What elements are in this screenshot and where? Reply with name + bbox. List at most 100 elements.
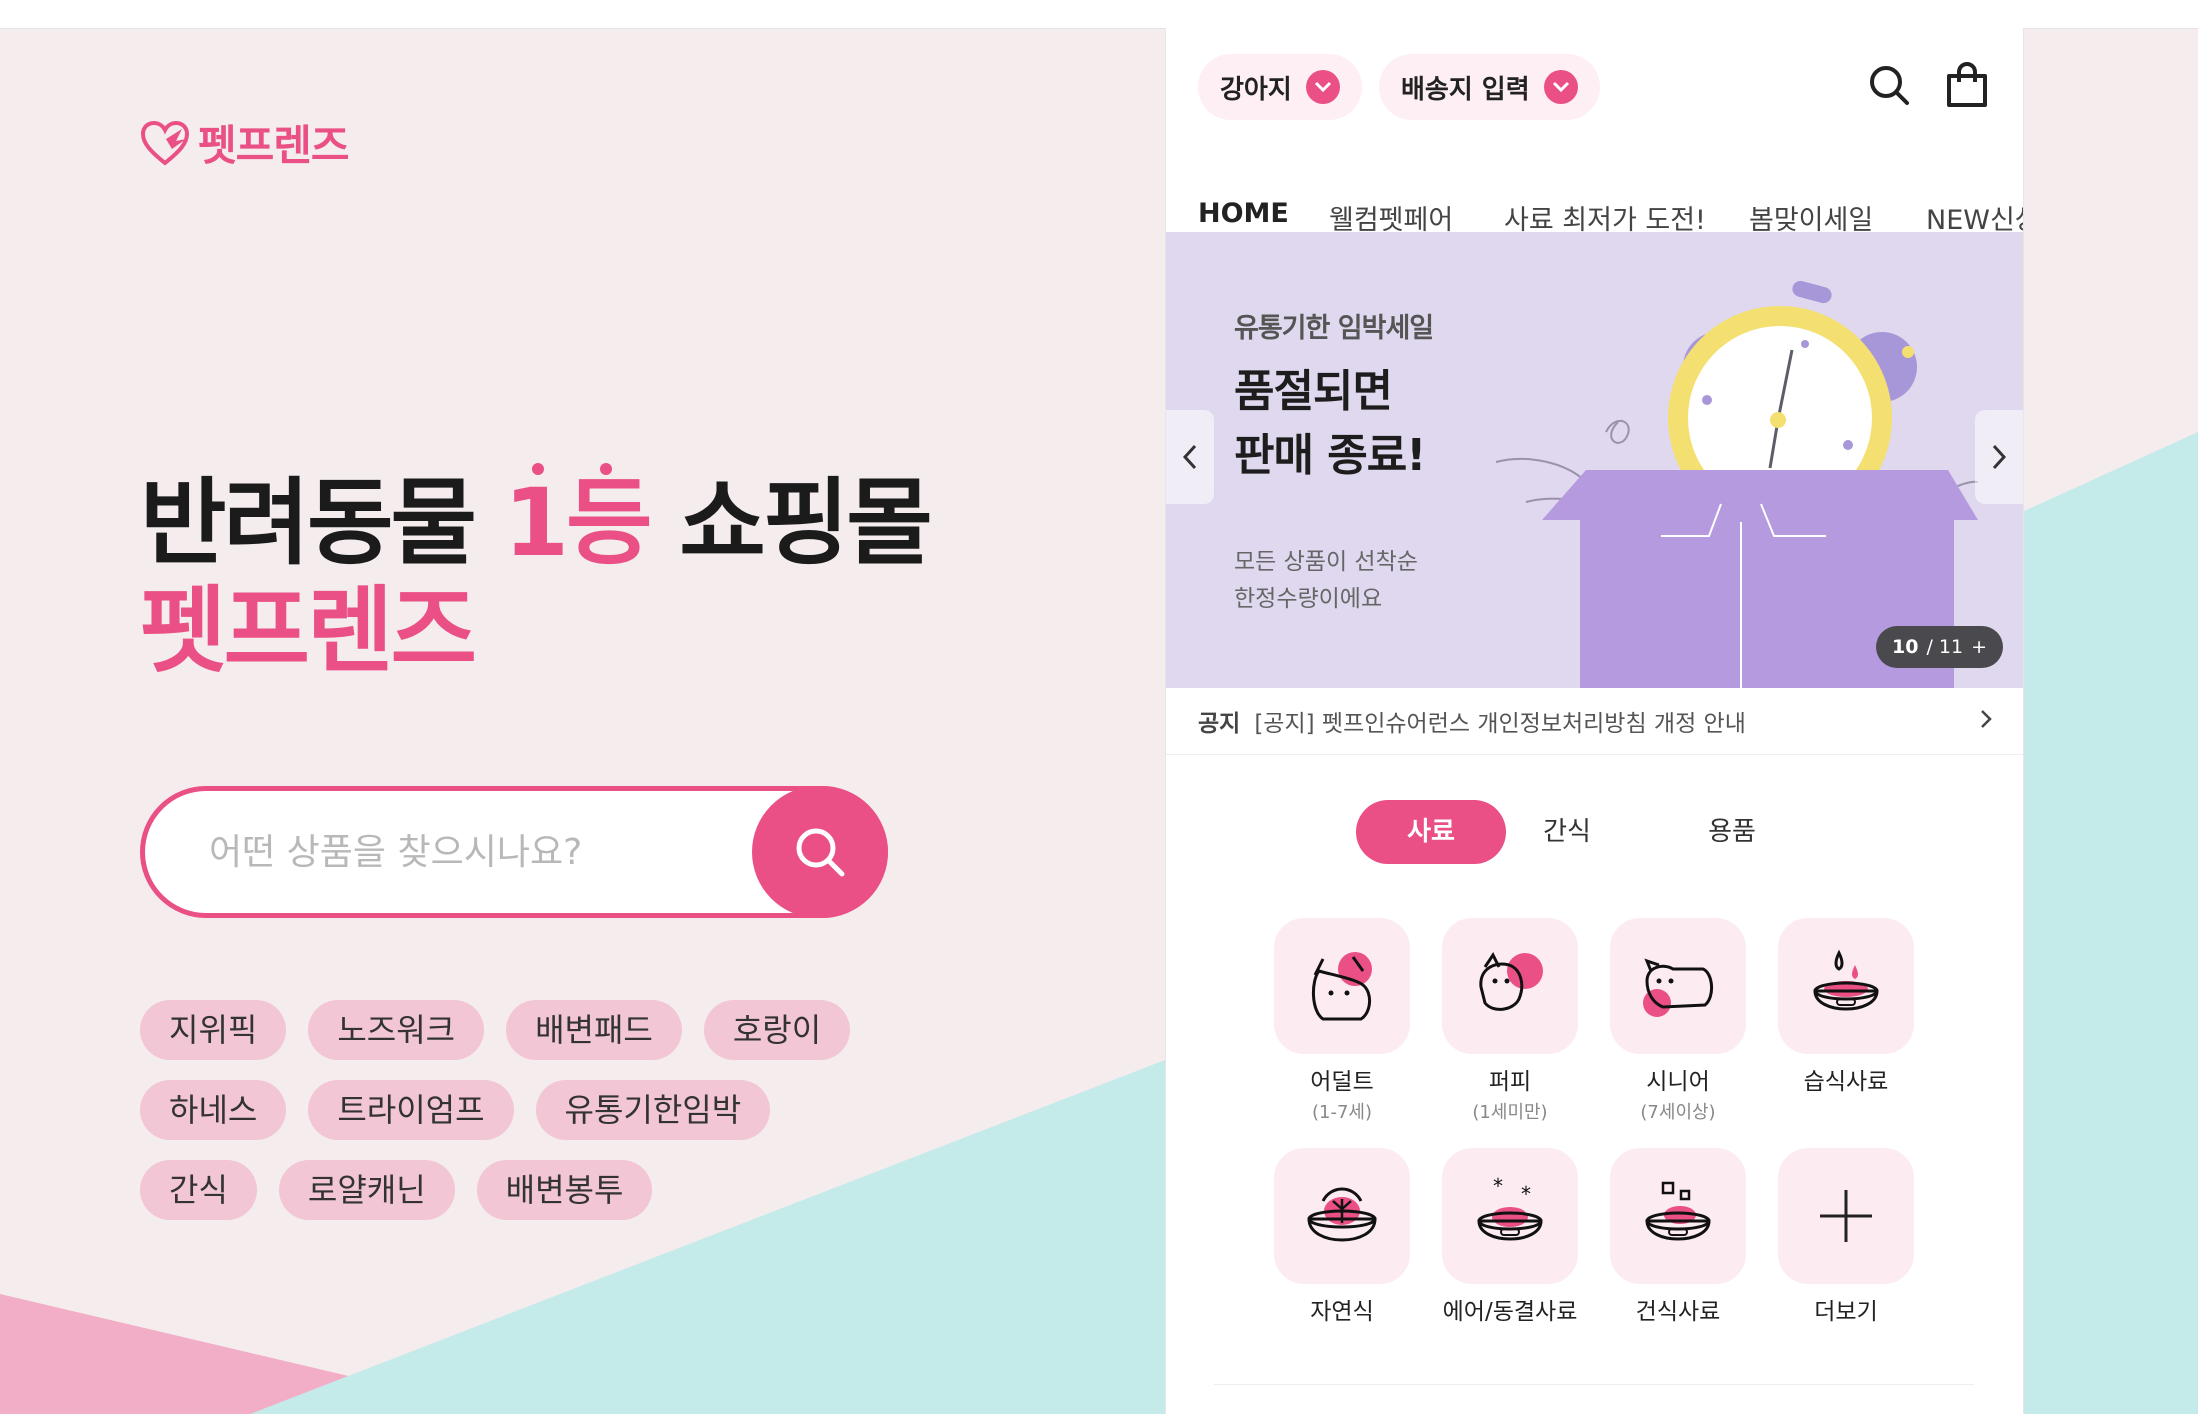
banner-counter[interactable]: 10 / 11 + <box>1876 626 2003 668</box>
tab-home[interactable]: HOME <box>1198 198 1289 229</box>
category-icon-box <box>1442 918 1578 1054</box>
puppy-icon <box>1479 952 1543 1011</box>
chevron-down-icon <box>1543 70 1578 104</box>
category-label: 시니어 <box>1646 1069 1710 1095</box>
tag-chip[interactable]: 로얄캐닌 <box>278 1160 455 1220</box>
category-dry-food[interactable]: 건식사료 <box>1610 1148 1746 1326</box>
search-bar <box>140 786 888 918</box>
heart-wing-logo-icon <box>140 120 190 166</box>
category-sublabel: (1-7세) <box>1311 1102 1372 1123</box>
logo-text: 펫프렌즈 <box>198 121 350 170</box>
tag-chip[interactable]: 노즈워크 <box>308 1000 485 1060</box>
banner-title-line1: 품절되면 <box>1234 366 1393 417</box>
food-segment-control: 사료 간식 용품 <box>1166 800 2023 864</box>
category-label: 자연식 <box>1310 1299 1374 1325</box>
svg-text:*: * <box>1521 1182 1531 1206</box>
address-label: 배송지 입력 <box>1401 74 1530 105</box>
category-icon-box <box>1274 1148 1410 1284</box>
promo-banner[interactable]: 유통기한 임박세일 품절되면 판매 종료! 모든 상품이 선착순 한정수량이에요… <box>1166 232 2023 688</box>
mobile-header: 강아지 배송지 입력 <box>1166 28 2023 148</box>
chevron-left-icon <box>1182 444 1197 470</box>
category-label: 어덜트 <box>1310 1069 1374 1095</box>
pet-type-label: 강아지 <box>1220 74 1292 105</box>
banner-counter-current: 10 <box>1892 636 1919 658</box>
adult-dog-icon <box>1312 952 1372 1021</box>
category-puppy[interactable]: 퍼피 (1세미만) <box>1442 918 1578 1124</box>
natural-food-icon <box>1307 1187 1377 1242</box>
category-wet-food[interactable]: 습식사료 <box>1778 918 1914 1096</box>
hero-line1-pre: 반려동물 <box>140 469 504 578</box>
banner-desc-line2: 한정수량이에요 <box>1234 585 1383 612</box>
segment-snack[interactable]: 간식 <box>1492 800 1642 864</box>
category-sublabel: (7세이상) <box>1640 1102 1716 1123</box>
mint-right-shape <box>2022 432 2198 1414</box>
accent-dots <box>531 463 612 475</box>
notice-label: 공지 <box>1198 711 1241 737</box>
mobile-shop-panel: 강아지 배송지 입력 HOME 웰컴펫페어 사료 최저가 도전! 봄맞이세일 N… <box>1165 28 2024 1414</box>
chevron-right-icon <box>1992 444 2007 470</box>
banner-title-line2: 판매 종료! <box>1234 429 1426 481</box>
tag-chip[interactable]: 트라이엄프 <box>308 1080 514 1140</box>
tag-row: 지위픽 노즈워크 배변패드 호랑이 <box>140 1000 900 1060</box>
svg-text:*: * <box>1493 1174 1503 1198</box>
senior-dog-icon <box>1643 958 1713 1017</box>
category-label: 더보기 <box>1814 1299 1878 1325</box>
banner-counter-total: / 11 <box>1926 636 1964 658</box>
tag-chip[interactable]: 하네스 <box>140 1080 287 1140</box>
search-button[interactable] <box>752 786 888 918</box>
category-icon-box <box>1778 1148 1914 1284</box>
address-select[interactable]: 배송지 입력 <box>1379 54 1600 120</box>
category-label: 건식사료 <box>1635 1299 1721 1325</box>
category-label: 에어/동결사료 <box>1442 1299 1578 1325</box>
category-natural[interactable]: 자연식 <box>1274 1148 1410 1326</box>
chevron-right-icon <box>1981 710 1992 728</box>
search-icon[interactable] <box>1864 58 1914 112</box>
freeze-dried-bowl-icon: * * <box>1477 1174 1543 1241</box>
banner-prev-button[interactable] <box>1166 410 1214 504</box>
banner-desc-line1: 모든 상품이 선착순 <box>1234 549 1418 575</box>
shopping-bag-icon[interactable] <box>1942 58 1992 112</box>
segment-food[interactable]: 사료 <box>1356 800 1506 864</box>
tag-chip[interactable]: 간식 <box>140 1160 257 1220</box>
tag-chip[interactable]: 배변패드 <box>506 1000 682 1060</box>
search-icon <box>796 828 845 877</box>
hero-line2: 펫프렌즈 <box>140 577 477 687</box>
banner-title: 품절되면 판매 종료! <box>1234 360 1426 488</box>
pet-type-select[interactable]: 강아지 <box>1198 54 1362 120</box>
hero-line1: 반려동물 1등 쇼핑몰 <box>140 463 933 578</box>
category-label: 퍼피 <box>1488 1069 1532 1095</box>
category-icon-box <box>1610 1148 1746 1284</box>
category-freeze-dried[interactable]: * * 에어/동결사료 <box>1442 1148 1578 1326</box>
tag-chip[interactable]: 유통기한임박 <box>535 1080 771 1140</box>
search-input[interactable] <box>207 821 691 883</box>
category-icon-box <box>1610 918 1746 1054</box>
segment-supplies[interactable]: 용품 <box>1657 800 1807 864</box>
category-more[interactable]: 더보기 <box>1778 1148 1914 1326</box>
hero-accent-text: 1등 <box>503 469 653 578</box>
banner-subtitle: 유통기한 임박세일 <box>1234 313 1434 344</box>
wet-food-bowl-icon <box>1813 949 1879 1011</box>
hero-headline: 반려동물 1등 쇼핑몰 펫프렌즈 <box>140 463 933 687</box>
category-icon-box <box>1778 918 1914 1054</box>
notice-bar[interactable]: 공지 [공지] 펫프인슈어런스 개인정보처리방침 개정 안내 <box>1166 688 2023 755</box>
notice-text: [공지] 펫프인슈어런스 개인정보처리방침 개정 안내 <box>1254 711 1746 737</box>
category-sublabel: (1세미만) <box>1472 1102 1548 1123</box>
tag-chip[interactable]: 호랑이 <box>703 1000 851 1060</box>
category-icon-box <box>1274 918 1410 1054</box>
chevron-down-icon <box>1305 70 1340 104</box>
tag-chip[interactable]: 배변봉투 <box>476 1160 653 1220</box>
plus-icon <box>1820 1190 1872 1242</box>
tag-row: 간식 로얄캐닌 배변봉투 <box>140 1160 900 1220</box>
category-senior[interactable]: 시니어 (7세이상) <box>1610 918 1746 1124</box>
tag-chip[interactable]: 지위픽 <box>140 1000 287 1060</box>
hero-accent: 1등 <box>503 463 653 578</box>
dry-food-bowl-icon <box>1645 1181 1711 1241</box>
banner-description: 모든 상품이 선착순 한정수량이에요 <box>1234 544 1418 618</box>
category-icon-box: * * <box>1442 1148 1578 1284</box>
plus-icon: + <box>1971 636 1987 658</box>
tag-row: 하네스 트라이엄프 유통기한임박 <box>140 1080 900 1140</box>
category-adult[interactable]: 어덜트 (1-7세) <box>1274 918 1410 1124</box>
logo[interactable]: 펫프렌즈 <box>140 112 350 173</box>
banner-next-button[interactable] <box>1975 410 2023 504</box>
category-label: 습식사료 <box>1803 1069 1889 1095</box>
